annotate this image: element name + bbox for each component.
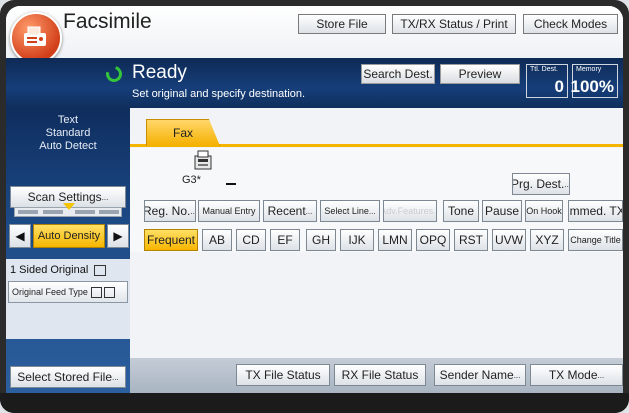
prg-dest-label: Prg. Dest. [512, 177, 565, 191]
ttl-dest-label: Ttl. Dest. [530, 66, 559, 73]
screen: Facsimile Store File TX/RX Status / Prin… [6, 6, 623, 393]
lmn-button[interactable]: LMN [378, 229, 412, 251]
tx-mode-button[interactable]: TX Mode... [530, 364, 623, 386]
gh-button[interactable]: GH [306, 229, 336, 251]
recent-label: Recent [267, 204, 306, 218]
original-feed-type-button[interactable]: Original Feed Type [8, 281, 128, 303]
line-type-label: G3* [182, 174, 201, 186]
status-ready: Ready [132, 62, 187, 83]
ab-button[interactable]: AB [202, 229, 232, 251]
uvw-button[interactable]: UVW [492, 229, 526, 251]
density-slider[interactable] [14, 203, 122, 217]
density-darker-button[interactable]: ▶ [107, 224, 129, 248]
manual-entry-button[interactable]: Manual Entry [198, 200, 260, 222]
fax-line-icon [194, 150, 212, 170]
auto-density-button[interactable]: Auto Density [33, 224, 105, 248]
select-line-label: Select Line [324, 206, 369, 216]
select-line-button[interactable]: Select Line... [320, 200, 380, 222]
mode-line-2: Standard [45, 127, 91, 139]
feed-orientation-icon [90, 286, 102, 298]
xyz-button[interactable]: XYZ [530, 229, 564, 251]
destination-cursor[interactable] [226, 183, 236, 185]
select-stored-file-label: Select Stored File [17, 370, 113, 384]
bottom-toolbar: TX File Status RX File Status Sender Nam… [130, 358, 623, 393]
select-stored-file-button[interactable]: Select Stored File... [10, 366, 126, 388]
mode-line-3: Auto Detect [39, 140, 97, 152]
status-message: Set original and specify destination. [132, 88, 306, 100]
reg-no-button[interactable]: Reg. No.... [144, 200, 196, 222]
recent-button[interactable]: Recent... [263, 200, 317, 222]
reg-no-label: Reg. No. [144, 204, 191, 218]
scan-settings-label: Scan Settings [27, 190, 102, 204]
left-panel: Text Standard Auto Detect Scan Settings.… [6, 108, 130, 393]
memory-label: Memory [576, 66, 602, 73]
rst-button[interactable]: RST [454, 229, 488, 251]
sender-name-label: Sender Name [439, 368, 514, 382]
tab-strip: Fax [130, 116, 623, 147]
main-panel: Fax G3* Prg. Dest.... Reg. No.... Manual… [130, 108, 623, 393]
device-bezel-bottom [0, 393, 629, 413]
sided-original-label: 1 Sided Original [10, 264, 89, 276]
tone-button[interactable]: Tone [443, 200, 479, 222]
change-title-button[interactable]: Change Title [568, 229, 623, 251]
memory-value: 100% [570, 77, 614, 96]
preview-button[interactable]: Preview [440, 64, 520, 84]
sided-original[interactable]: 1 Sided Original [10, 264, 107, 276]
txrx-status-print-button[interactable]: TX/RX Status / Print [392, 14, 516, 34]
adv-features-label: Adv.Features [383, 206, 434, 216]
fax-machine-icon [10, 12, 62, 64]
on-hook-button[interactable]: On Hook [525, 200, 563, 222]
ttl-dest-value: 0 [554, 77, 564, 96]
tab-fax[interactable]: Fax [146, 119, 220, 146]
app-title: Facsimile [63, 10, 152, 33]
header: Facsimile Store File TX/RX Status / Prin… [6, 6, 623, 64]
memory-indicator: Memory 100% [570, 64, 618, 98]
mode-line-1: Text [57, 114, 79, 126]
original-feed-type-label: Original Feed Type [12, 287, 88, 297]
adv-features-button[interactable]: Adv.Features... [383, 200, 437, 222]
status-bar: Ready Set original and specify destinati… [6, 58, 623, 108]
tx-file-status-button[interactable]: TX File Status [236, 364, 330, 386]
density-marker-icon [63, 203, 75, 210]
ready-indicator-icon [103, 63, 125, 85]
tx-mode-label: TX Mode [548, 368, 598, 382]
pause-button[interactable]: Pause [482, 200, 522, 222]
ijk-button[interactable]: IJK [340, 229, 374, 251]
cd-button[interactable]: CD [236, 229, 266, 251]
ef-button[interactable]: EF [270, 229, 300, 251]
store-file-button[interactable]: Store File [298, 14, 386, 34]
device-frame: Facsimile Store File TX/RX Status / Prin… [0, 0, 629, 413]
density-lighter-button[interactable]: ◀ [9, 224, 31, 248]
page-layout-icon [94, 264, 107, 276]
frequent-tab-button[interactable]: Frequent [144, 229, 198, 251]
total-destinations: Ttl. Dest. 0 [526, 64, 568, 98]
rx-file-status-button[interactable]: RX File Status [334, 364, 426, 386]
prg-dest-button[interactable]: Prg. Dest.... [512, 173, 570, 195]
search-dest-button[interactable]: Search Dest. [361, 64, 435, 84]
check-modes-button[interactable]: Check Modes [523, 14, 618, 34]
sender-name-button[interactable]: Sender Name... [434, 364, 526, 386]
feed-orientation-icon-2 [103, 286, 115, 298]
immed-tx-button[interactable]: Immed. TX [568, 200, 623, 222]
scan-mode-summary: Text Standard Auto Detect [6, 114, 130, 153]
opq-button[interactable]: OPQ [416, 229, 450, 251]
